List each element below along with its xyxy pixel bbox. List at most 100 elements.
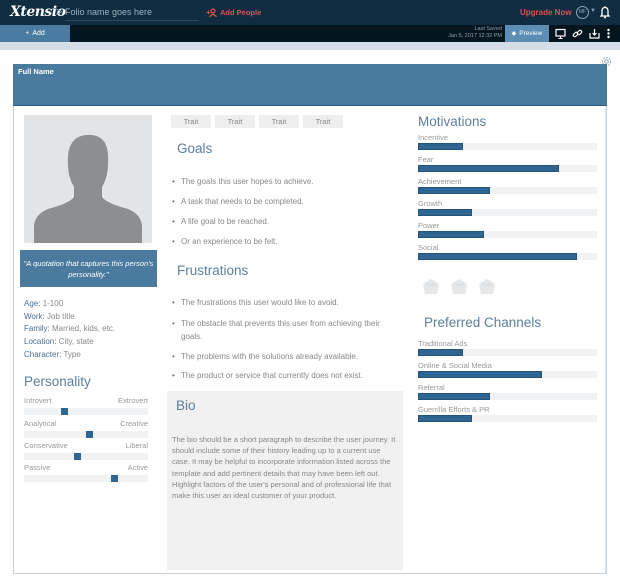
goal-item[interactable]: Or an experience to be felt.	[171, 237, 314, 247]
fake-brand-logo-icon[interactable]: FAKE	[421, 278, 441, 295]
slider-knob[interactable]	[73, 453, 81, 460]
link-icon[interactable]	[572, 28, 583, 39]
persona-photo[interactable]	[24, 115, 152, 243]
bar-label: Referral	[418, 383, 445, 392]
bar-label: Online & Social Media	[418, 361, 492, 370]
slider-knob[interactable]	[61, 408, 69, 415]
slider-knob[interactable]	[111, 475, 119, 482]
persona-quote[interactable]: "A quotation that captures this person's…	[20, 250, 157, 287]
slider-labels: Passive Active	[24, 463, 148, 474]
persona-info: Age: 1-100 Work: Job title Family: Marri…	[24, 298, 115, 362]
bar-label: Incentive	[418, 133, 449, 142]
bar-track[interactable]	[418, 415, 597, 422]
channel-bar[interactable]: Traditional Ads	[418, 339, 597, 356]
slider-right-label: Creative	[120, 419, 148, 428]
motivation-bar[interactable]: Growth	[418, 199, 597, 216]
brand-logo-text: FAKE	[426, 282, 437, 287]
personality-title: Personality	[24, 374, 91, 389]
info-value: Type	[61, 349, 81, 359]
bar-track[interactable]	[418, 371, 597, 378]
last-saved-label: Last Saved	[474, 26, 502, 32]
bar-track[interactable]	[418, 143, 597, 150]
more-options-icon[interactable]	[603, 28, 614, 39]
frustrations-list: The frustrations this user would like to…	[171, 298, 403, 381]
personality-slider[interactable]: Introvert Extrovert	[24, 396, 148, 415]
bar-track[interactable]	[418, 349, 597, 356]
personality-slider[interactable]: Passive Active	[24, 463, 148, 482]
info-key: Character:	[24, 349, 62, 359]
trait-tag[interactable]: Trait	[215, 115, 255, 128]
channel-bar[interactable]: Referral	[418, 383, 597, 400]
frustrations-title: Frustrations	[177, 263, 249, 278]
bar-label: Growth	[418, 199, 443, 208]
trait-tag[interactable]: Trait	[259, 115, 299, 128]
top-navigation-bar: Xtensio > Folio name goes here + Add Peo…	[0, 0, 620, 25]
bar-track[interactable]	[418, 187, 597, 194]
info-key: Family:	[24, 324, 50, 334]
bar-fill	[418, 393, 490, 400]
info-character[interactable]: Character: Type	[24, 349, 115, 362]
bar-track[interactable]	[418, 393, 597, 400]
frustration-item[interactable]: The frustrations this user would like to…	[171, 298, 403, 308]
motivation-bar[interactable]: Power	[418, 221, 597, 238]
slider-labels: Analytical Creative	[24, 419, 148, 430]
slider-knob[interactable]	[86, 431, 94, 438]
slider-track[interactable]	[24, 408, 148, 415]
info-work[interactable]: Work: Job title	[24, 311, 115, 324]
bar-fill	[418, 209, 472, 216]
motivation-bar[interactable]: Fear	[418, 155, 597, 172]
upgrade-now-link[interactable]: Upgrade Now	[520, 8, 572, 17]
info-age[interactable]: Age: 1-100	[24, 298, 115, 311]
user-avatar[interactable]: MF	[576, 6, 589, 19]
preview-button[interactable]: ◆ Preview	[505, 25, 549, 42]
channel-bar[interactable]: Guerrilla Efforts & PR	[418, 405, 597, 422]
bar-track[interactable]	[418, 231, 597, 238]
bio-text[interactable]: The bio should be a short paragraph to d…	[172, 434, 400, 501]
slider-track[interactable]	[24, 475, 148, 482]
card-right-divider	[605, 107, 606, 573]
add-button[interactable]: + Add	[0, 25, 70, 42]
preferred-channels-title: Preferred Channels	[424, 315, 542, 330]
bell-icon[interactable]	[600, 5, 610, 19]
goals-title: Goals	[177, 141, 213, 156]
bar-label: Traditional Ads	[418, 339, 468, 348]
frustration-item[interactable]: The problems with the solutions already …	[171, 352, 403, 362]
channel-bar[interactable]: Online & Social Media	[418, 361, 597, 378]
bar-fill	[418, 187, 490, 194]
info-location[interactable]: Location: City, state	[24, 336, 115, 349]
fake-brand-logo-icon[interactable]: FAKE	[477, 278, 497, 295]
bio-section: Bio The bio should be a short paragraph …	[167, 391, 403, 570]
canvas-top-strip	[0, 42, 620, 50]
chevron-down-icon[interactable]: ▼	[590, 8, 596, 14]
slider-track[interactable]	[24, 431, 148, 438]
download-icon[interactable]	[589, 28, 600, 39]
motivation-bar[interactable]: Achievement	[418, 177, 597, 194]
personality-slider[interactable]: Conservative Liberal	[24, 441, 148, 460]
bar-track[interactable]	[418, 253, 597, 260]
slider-labels: Conservative Liberal	[24, 441, 148, 452]
frustration-item[interactable]: The obstacle that prevents this user fro…	[171, 317, 403, 343]
frustration-item[interactable]: The product or service that currently do…	[171, 371, 403, 381]
folio-name-input[interactable]: Folio name goes here	[65, 4, 199, 21]
bar-fill	[418, 349, 463, 356]
full-name[interactable]: Full Name	[18, 67, 54, 76]
info-family[interactable]: Family: Married, kids, etc.	[24, 323, 115, 336]
motivation-bar[interactable]: Incentive	[418, 133, 597, 150]
goal-item[interactable]: A life goal to be reached.	[171, 217, 314, 227]
slider-track[interactable]	[24, 453, 148, 460]
present-icon[interactable]	[555, 28, 566, 39]
persona-header: Full Name	[13, 64, 607, 106]
add-people-button[interactable]: + Add People	[206, 8, 261, 17]
bar-label: Achievement	[418, 177, 462, 186]
bar-track[interactable]	[418, 165, 597, 172]
fake-brand-logo-icon[interactable]: FAKE	[449, 278, 469, 295]
bar-track[interactable]	[418, 209, 597, 216]
goal-item[interactable]: A task that needs to be completed.	[171, 197, 314, 207]
personality-slider[interactable]: Analytical Creative	[24, 419, 148, 438]
trait-tag[interactable]: Trait	[303, 115, 343, 128]
info-key: Work:	[24, 311, 45, 321]
bar-label: Social	[418, 243, 439, 252]
goal-item[interactable]: The goals this user hopes to achieve.	[171, 177, 314, 187]
trait-tag[interactable]: Trait	[171, 115, 211, 128]
motivation-bar[interactable]: Social	[418, 243, 597, 260]
